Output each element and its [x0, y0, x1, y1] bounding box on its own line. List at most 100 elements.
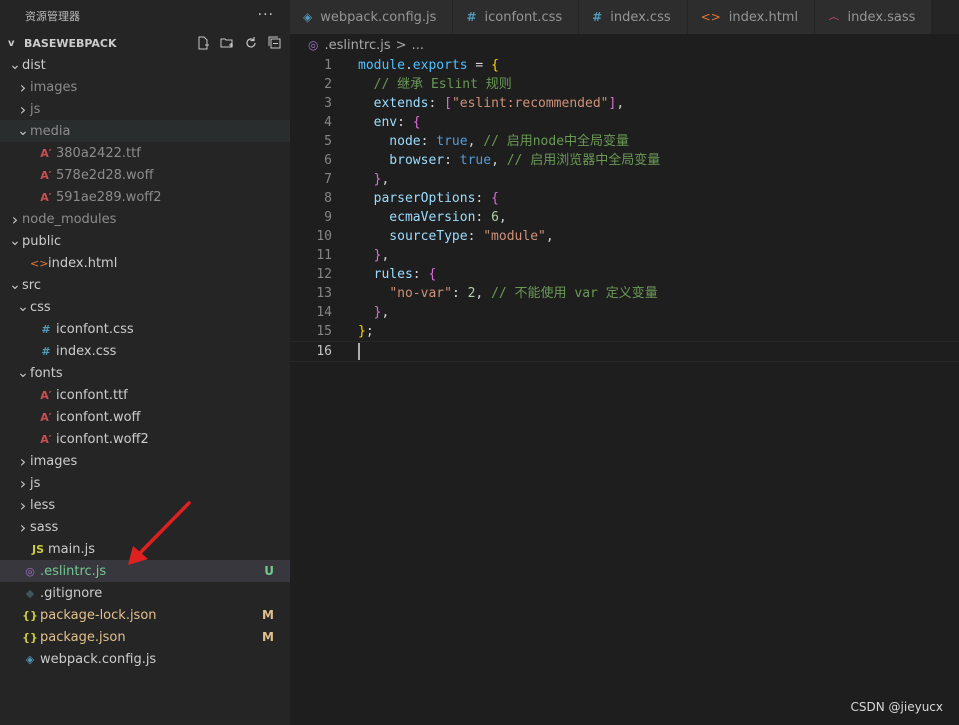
font-file-icon: A′	[40, 168, 52, 182]
tree-file[interactable]: A′ iconfont.woff	[0, 406, 290, 428]
chevron-right-icon: ›	[19, 451, 27, 471]
font-file-icon: A′	[40, 432, 52, 446]
css-file-icon: #	[466, 10, 477, 24]
tree-folder[interactable]: › js	[0, 472, 290, 494]
tree-file[interactable]: A′ 578e2d28.woff	[0, 164, 290, 186]
tree-file[interactable]: {} package-lock.json M	[0, 604, 290, 626]
tree-item-label: js	[30, 101, 41, 117]
tree-folder[interactable]: ⌄ css	[0, 296, 290, 318]
editor-tab[interactable]: # iconfont.css	[453, 0, 580, 34]
collapse-all-icon[interactable]	[266, 34, 284, 52]
tree-file[interactable]: ◎ .eslintrc.js U	[0, 560, 290, 582]
tree-item-label: iconfont.ttf	[56, 387, 128, 403]
tree-file[interactable]: A′ iconfont.woff2	[0, 428, 290, 450]
code-line: 8 parserOptions: {	[290, 189, 959, 208]
line-number: 1	[324, 58, 332, 73]
tree-item-label: node_modules	[22, 211, 117, 227]
refresh-icon[interactable]	[242, 34, 260, 52]
tree-folder[interactable]: › js	[0, 98, 290, 120]
font-file-icon: A′	[40, 410, 52, 424]
more-actions-icon[interactable]: ···	[258, 7, 274, 23]
tree-folder[interactable]: › images	[0, 450, 290, 472]
breadcrumb: ◎ .eslintrc.js > ...	[290, 34, 959, 56]
code-token: }	[358, 324, 366, 339]
workspace-section-header[interactable]: v BASEWEBPACK	[0, 32, 290, 54]
code-token: {	[412, 115, 421, 130]
code-token: .	[404, 58, 413, 73]
code-editor[interactable]: 1 module.exports = {2 // 继承 Eslint 规则 3 ex…	[290, 56, 959, 725]
code-token: :	[428, 96, 445, 111]
tree-folder[interactable]: ⌄ src	[0, 274, 290, 296]
tree-file[interactable]: <> index.html	[0, 252, 290, 274]
line-number: 8	[324, 191, 332, 206]
code-token: rules	[358, 267, 413, 282]
tree-item-label: iconfont.woff	[56, 409, 141, 425]
tree-folder[interactable]: ⌄ media	[0, 120, 290, 142]
explorer-actions	[194, 34, 284, 52]
tree-folder[interactable]: ⌄ fonts	[0, 362, 290, 384]
editor-tab[interactable]: # index.css	[579, 0, 688, 34]
tree-file[interactable]: ◈ webpack.config.js	[0, 648, 290, 670]
line-number: 16	[316, 344, 332, 359]
editor-tab[interactable]: ෴ index.sass	[815, 0, 933, 34]
editor-tab[interactable]: ◈ webpack.config.js	[290, 0, 454, 34]
line-number: 9	[324, 210, 332, 225]
editor-tab[interactable]: <> index.html	[687, 0, 816, 34]
tree-item-label: 591ae289.woff2	[56, 189, 162, 205]
code-line: 16	[290, 341, 959, 362]
tree-item-label: 578e2d28.woff	[56, 167, 154, 183]
breadcrumb-separator: >	[395, 37, 407, 53]
explorer-title: 资源管理器	[25, 10, 80, 23]
tree-item-label: package-lock.json	[40, 607, 157, 623]
code-token: "no-var"	[389, 286, 452, 301]
tree-folder[interactable]: › images	[0, 76, 290, 98]
tree-item-label: webpack.config.js	[40, 651, 157, 667]
code-token: ecmaVersion	[358, 210, 476, 225]
new-folder-icon[interactable]	[218, 34, 236, 52]
file-tree: ⌄ dist › images › js ⌄ media A′ 380a2422.ttf A′ 578…	[0, 54, 290, 670]
tree-file[interactable]: A′ 380a2422.ttf	[0, 142, 290, 164]
tree-file[interactable]: A′ 591ae289.woff2	[0, 186, 290, 208]
tree-folder[interactable]: › node_modules	[0, 208, 290, 230]
css-file-icon: #	[41, 344, 51, 358]
tree-file[interactable]: # iconfont.css	[0, 318, 290, 340]
git-status-badge: M	[262, 608, 274, 622]
tree-folder[interactable]: ⌄ dist	[0, 54, 290, 76]
tree-item-label: public	[22, 233, 62, 249]
breadcrumb-symbol[interactable]: ...	[412, 38, 424, 53]
new-file-icon[interactable]	[194, 34, 212, 52]
tree-folder[interactable]: › less	[0, 494, 290, 516]
chevron-down-icon: ⌄	[17, 299, 29, 315]
tree-folder[interactable]: ⌄ public	[0, 230, 290, 252]
tab-label: index.html	[728, 9, 799, 25]
tree-item-label: 380a2422.ttf	[56, 145, 141, 161]
tree-folder[interactable]: › sass	[0, 516, 290, 538]
font-file-icon: A′	[40, 146, 52, 160]
code-text: rules: {	[358, 265, 437, 284]
code-token: parserOptions	[358, 191, 476, 206]
code-line: 7 },	[290, 170, 959, 189]
tree-file[interactable]: {} package.json M	[0, 626, 290, 648]
js-file-icon: JS	[31, 542, 44, 556]
code-token: :	[420, 134, 437, 149]
code-token: :	[397, 115, 413, 130]
code-line: 4 env: {	[290, 113, 959, 132]
tree-item-label: main.js	[48, 541, 95, 557]
tree-file[interactable]: # index.css	[0, 340, 290, 362]
editor-tabs: ◈ webpack.config.js # iconfont.css # index.cs…	[290, 0, 959, 34]
sass-file-icon: ෴	[828, 9, 840, 24]
code-token: :	[467, 229, 484, 244]
tree-file[interactable]: ◆ .gitignore	[0, 582, 290, 604]
chevron-right-icon: ›	[19, 473, 27, 493]
code-token: :	[412, 267, 429, 282]
tree-file[interactable]: A′ iconfont.ttf	[0, 384, 290, 406]
tree-item-label: index.css	[56, 343, 117, 359]
breadcrumb-file[interactable]: .eslintrc.js	[324, 38, 390, 53]
chevron-right-icon: ›	[19, 99, 27, 119]
code-token: ,	[381, 172, 390, 187]
code-token: :	[444, 153, 460, 168]
tree-file[interactable]: JS main.js	[0, 538, 290, 560]
code-text: // 继承 Eslint 规则	[358, 75, 512, 94]
